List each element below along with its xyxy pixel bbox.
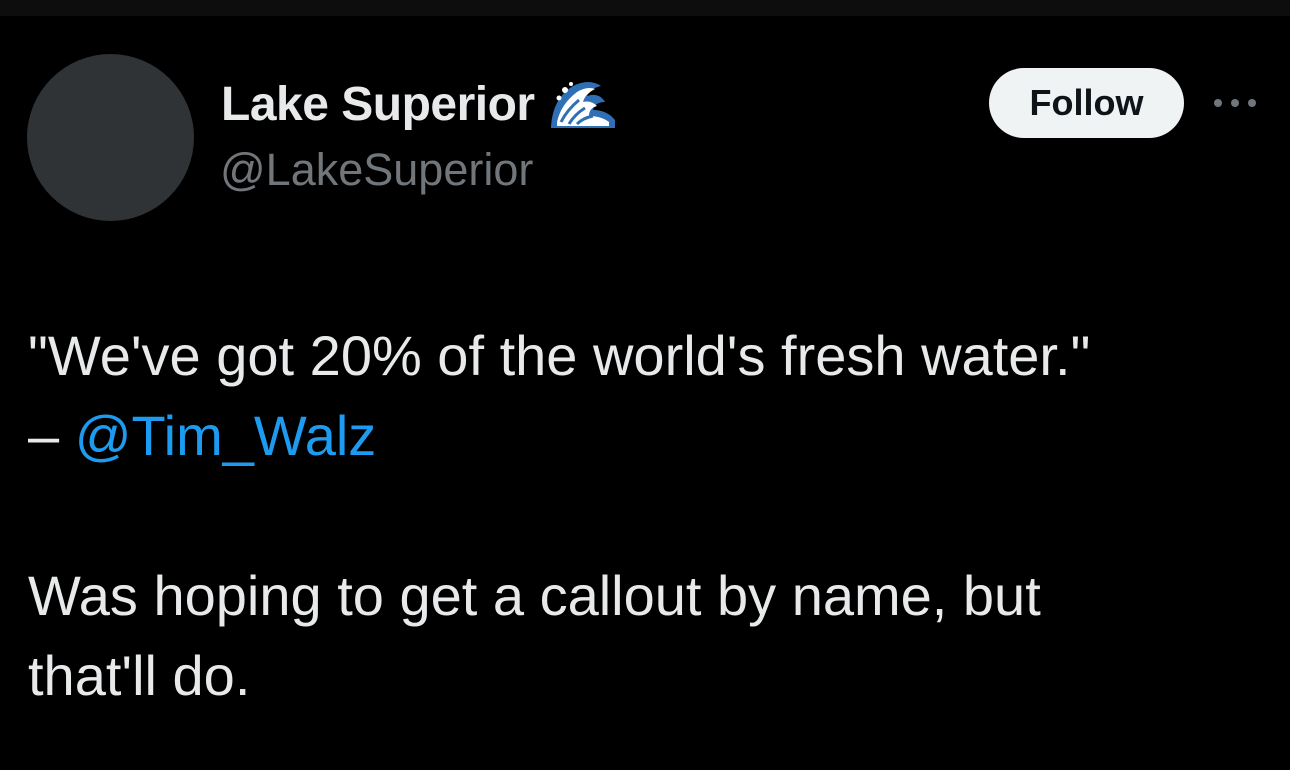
tweet-body-line-2: that'll do.: [28, 644, 251, 707]
more-options-button[interactable]: [1210, 86, 1260, 120]
mention-link[interactable]: @Tim_Walz: [75, 404, 377, 467]
display-name[interactable]: Lake Superior: [221, 77, 535, 132]
follow-button[interactable]: Follow: [989, 68, 1184, 138]
author-name-row: Lake Superior: [221, 72, 619, 136]
tweet-attribution-line: – @Tim_Walz: [28, 396, 1268, 476]
avatar[interactable]: [27, 54, 194, 221]
top-strip: [0, 0, 1290, 16]
tweet-quote-line: "We've got 20% of the world's fresh wate…: [28, 324, 1091, 387]
tweet-text: "We've got 20% of the world's fresh wate…: [28, 316, 1268, 716]
author-handle[interactable]: @LakeSuperior: [220, 144, 533, 196]
tweet-card: Lake Superior @LakeSuperior Follow "We'v…: [0, 16, 1290, 770]
tweet-body-line-1: Was hoping to get a callout by name, but: [28, 564, 1041, 627]
wave-emoji-icon: [547, 76, 619, 132]
attribution-dash: –: [28, 404, 75, 467]
more-horizontal-icon: [1214, 99, 1256, 107]
